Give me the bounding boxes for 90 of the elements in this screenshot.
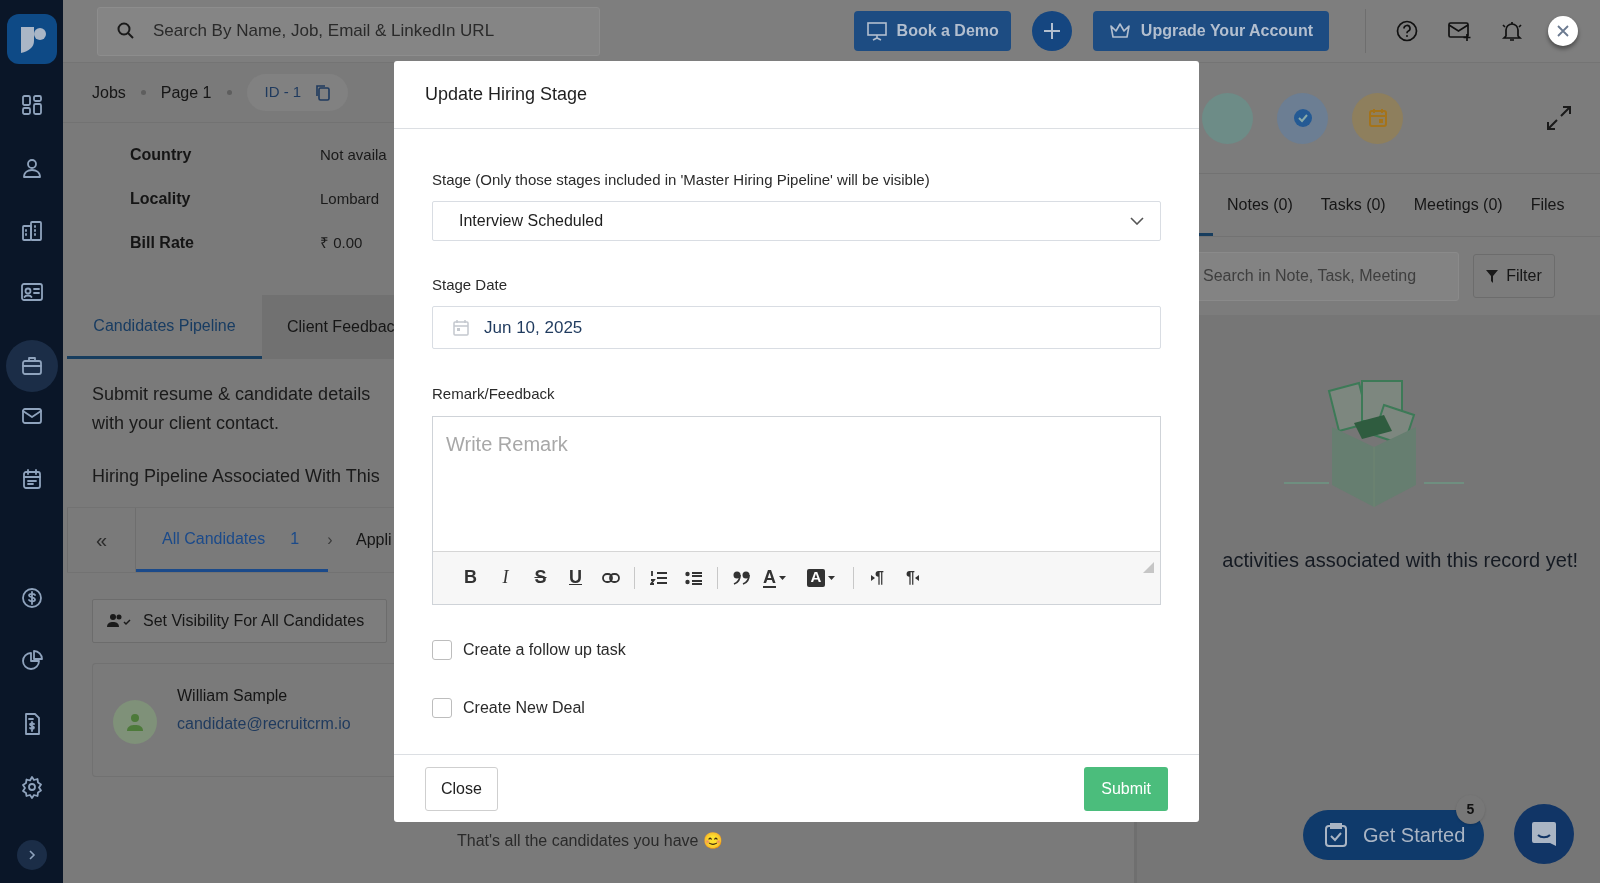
sidebar-item[interactable] <box>5 340 58 392</box>
filter-button[interactable]: Filter <box>1473 254 1555 298</box>
search-icon <box>117 21 135 40</box>
letter: A <box>807 568 825 587</box>
resize-handle-icon[interactable] <box>1143 561 1154 573</box>
right-to-left-button[interactable]: ¶ <box>895 565 930 590</box>
submit-button[interactable]: Submit <box>1084 766 1168 811</box>
contact-card-icon <box>19 280 44 304</box>
calendar-icon <box>453 319 469 336</box>
chat-icon <box>1530 820 1558 848</box>
candidate-email: candidate@recruitcrm.io <box>177 714 351 734</box>
dashboard-icon <box>19 93 44 117</box>
left-to-right-button[interactable]: ¶ <box>860 565 895 590</box>
caret-icon <box>828 575 835 580</box>
plus-icon <box>1041 21 1062 41</box>
avatar-icon <box>113 700 157 744</box>
modal-title: Update Hiring Stage <box>425 83 588 106</box>
pilcrow: ¶ <box>906 567 915 588</box>
field-value: ₹ 0.00 <box>320 232 363 253</box>
clipboard-check-icon <box>1324 822 1348 848</box>
field-label: Stage (Only those stages included in 'Master Hiring Pipeline' will be visible) <box>432 170 931 190</box>
expand-sidebar-button[interactable] <box>16 840 47 870</box>
remark-field[interactable]: Write Remark <box>433 416 1160 552</box>
search-field[interactable]: Search By Name, Job, Email & LinkedIn URL <box>97 6 600 56</box>
check-circle-icon <box>1292 108 1313 128</box>
background-color-button[interactable]: A <box>807 568 847 587</box>
expand-icon[interactable] <box>1546 105 1572 131</box>
copy-icon[interactable] <box>315 84 331 101</box>
checkbox-label[interactable]: Create New Deal <box>463 695 585 720</box>
activity-tab[interactable]: Notes (0) <box>1213 174 1307 236</box>
checkbox[interactable] <box>432 639 452 660</box>
logo-icon[interactable] <box>6 14 57 64</box>
strikethrough-button[interactable]: S <box>523 564 558 591</box>
building-icon <box>19 219 44 243</box>
chevron: › <box>327 530 333 550</box>
text-color-button[interactable]: A <box>763 567 803 588</box>
previous-stage-button[interactable]: « <box>95 525 108 555</box>
bold-button[interactable]: B <box>453 564 488 591</box>
people-check-icon <box>107 613 131 629</box>
checkbox[interactable] <box>432 697 452 718</box>
breadcrumb-item[interactable]: Jobs <box>92 80 126 105</box>
stage-tab[interactable]: Appli <box>332 508 392 572</box>
set-visibility-button[interactable]: Set Visibility For All Candidates <box>92 599 387 643</box>
empty-list-note: That's all the candidates you have 😊 <box>457 831 724 851</box>
upgrade-button[interactable]: Upgrade Your Account <box>1092 11 1329 51</box>
field-value: Lombard <box>320 188 380 209</box>
remark-editor[interactable]: Write Remark B I S U A A ¶ ¶ <box>432 415 1161 605</box>
checkbox-label[interactable]: Create a follow up task <box>463 637 626 662</box>
letter: A <box>763 567 776 588</box>
italic-button[interactable]: I <box>488 564 523 591</box>
compose-mail-icon[interactable] <box>1448 20 1472 42</box>
add-button[interactable] <box>1031 11 1072 51</box>
activity-tab[interactable]: Tasks (0) <box>1306 174 1400 236</box>
settings-icon <box>19 775 44 799</box>
close-button[interactable]: Close <box>425 766 498 811</box>
description-text: with your client contact. <box>92 412 280 434</box>
triangle-icon <box>871 574 876 581</box>
book-demo-button[interactable]: Book a Demo <box>853 11 1011 51</box>
close-button[interactable] <box>1548 16 1578 46</box>
filter-icon <box>1486 269 1499 283</box>
field-label: Bill Rate <box>130 233 195 253</box>
help-icon[interactable] <box>1396 20 1418 42</box>
presentation-icon <box>865 20 888 42</box>
crown-icon <box>1108 22 1131 40</box>
breadcrumb-item[interactable]: Page 1 <box>160 80 212 105</box>
stage-dropdown[interactable]: Interview Scheduled <box>432 200 1161 241</box>
notification-bell-icon[interactable] <box>1500 19 1524 43</box>
close-icon <box>1557 25 1569 37</box>
field-label: Stage Date <box>432 274 509 295</box>
underline-button[interactable]: U <box>558 564 593 591</box>
pilcrow: ¶ <box>875 567 884 588</box>
caret-icon <box>779 575 786 580</box>
chevron-down-icon <box>1130 216 1144 225</box>
section-heading: Hiring Pipeline Associated With This <box>92 465 380 488</box>
activity-tab[interactable]: Files <box>1516 174 1579 236</box>
description-text: Submit resume & candidate details <box>92 383 371 405</box>
dollar-icon <box>19 586 44 610</box>
candidate-name[interactable]: William Sample <box>177 684 351 708</box>
empty-state-text: activities associated with this record yet! <box>1222 548 1578 573</box>
pie-chart-icon <box>19 649 44 673</box>
briefcase-icon <box>19 354 44 378</box>
date-field[interactable]: Jun 10, 2025 <box>432 306 1161 349</box>
field-label: Country <box>130 145 193 165</box>
field-label: Remark/Feedback <box>432 384 556 404</box>
triangle-icon <box>914 574 919 581</box>
record-id: ID - 1 <box>264 82 302 103</box>
activity-tab[interactable]: Meetings (0) <box>1399 174 1517 236</box>
field-label: Locality <box>130 189 192 209</box>
field-value: Not availa <box>320 144 387 165</box>
calendar-icon <box>1367 108 1388 128</box>
